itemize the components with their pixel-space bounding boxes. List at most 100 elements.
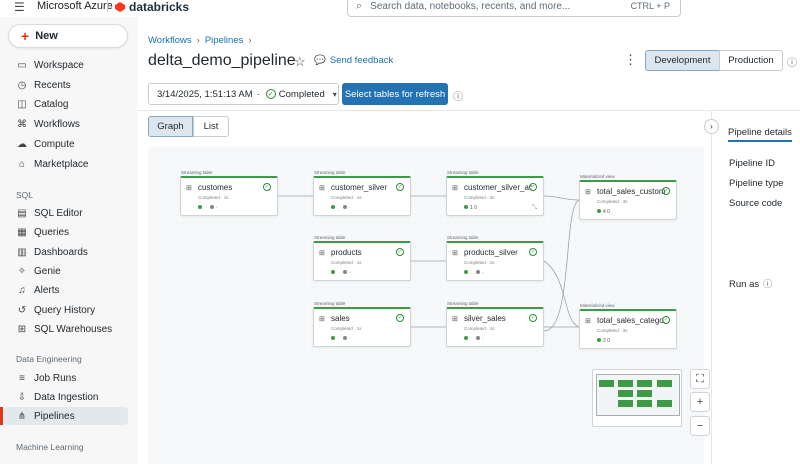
sidebar-item-label: Alerts xyxy=(34,284,60,296)
node-customer-silver-ac[interactable]: Streaming table ⊞ customer_silver_ac... … xyxy=(446,170,544,216)
clock-icon: ◷ xyxy=(17,79,27,91)
catalog-icon: ◫ xyxy=(17,98,27,110)
sidebar-item-compute[interactable]: ☁ Compute xyxy=(0,135,138,153)
folder-icon: ▭ xyxy=(17,59,27,71)
sidebar-item-pipelines[interactable]: ⋔ Pipelines xyxy=(0,407,128,425)
sidebar-item-label: Workspace xyxy=(34,59,84,71)
fit-view-button[interactable]: ⛶ xyxy=(690,369,710,389)
development-mode-button[interactable]: Development xyxy=(645,50,720,71)
minimap-node xyxy=(618,380,633,387)
databricks-wordmark: databricks xyxy=(129,0,190,14)
sidebar-item-genie[interactable]: ✧ Genie xyxy=(0,262,138,280)
sidebar-item-sql-warehouses[interactable]: ⊞ SQL Warehouses xyxy=(0,320,138,338)
sidebar-item-dashboards[interactable]: ▥ Dashboards xyxy=(0,243,138,261)
table-icon: ⊞ xyxy=(452,185,458,192)
completed-check-icon: ✓ xyxy=(529,314,537,322)
table-icon: ⊞ xyxy=(186,185,192,192)
node-metrics: 1 0 xyxy=(464,205,477,211)
node-metrics: · xyxy=(331,336,351,342)
sidebar-item-label: Genie xyxy=(34,265,61,277)
search-icon: ⌕ xyxy=(356,0,363,12)
zoom-out-button[interactable]: − xyxy=(690,416,710,436)
pipeline-details-tab[interactable]: Pipeline details xyxy=(728,127,792,142)
node-metric-value: · xyxy=(349,270,351,276)
info-icon[interactable]: ⓘ xyxy=(787,54,797,69)
node-metric-value: 1 0 xyxy=(470,205,477,211)
completed-check-icon: ✓ xyxy=(396,248,404,256)
refresh-info-icon[interactable]: ⓘ xyxy=(453,88,463,103)
node-kind: Streaming table xyxy=(314,301,346,306)
more-options-icon[interactable]: ⋮ xyxy=(624,52,637,68)
node-name: sales xyxy=(331,314,350,323)
node-status: Completed · 1s xyxy=(464,260,495,265)
table-icon: ⊞ xyxy=(585,318,591,325)
sidebar-item-job-runs[interactable]: ≡ Job Runs xyxy=(0,369,138,387)
expand-icon[interactable]: ⤡ xyxy=(532,205,537,212)
node-metrics: · xyxy=(331,205,351,211)
warehouse-icon: ⊞ xyxy=(17,323,27,335)
graph-minimap[interactable] xyxy=(592,369,682,427)
edge-products-silver-total-category xyxy=(543,260,580,328)
pipeline-type-label: Pipeline type xyxy=(729,178,784,189)
machine-learning-heading: Machine Learning xyxy=(16,442,84,452)
edge-ac-total-customer xyxy=(543,195,580,201)
sidebar-item-workspace[interactable]: ▭ Workspace xyxy=(0,56,138,74)
node-metrics: 2 0 xyxy=(597,338,610,344)
sidebar-item-label: SQL Warehouses xyxy=(34,323,113,335)
select-tables-refresh-button[interactable]: Select tables for refresh xyxy=(342,83,448,105)
divider xyxy=(138,110,800,111)
zoom-in-button[interactable]: + xyxy=(690,392,710,412)
page-title: delta_demo_pipeline xyxy=(148,52,296,69)
sidebar-item-label: Dashboards xyxy=(34,246,88,258)
table-icon: ⊞ xyxy=(319,316,325,323)
collapse-panel-button[interactable]: › xyxy=(704,119,719,134)
breadcrumb-pipelines[interactable]: Pipelines xyxy=(205,35,244,46)
tab-graph[interactable]: Graph xyxy=(148,116,193,137)
sidebar-item-label: Query History xyxy=(34,304,96,316)
minus-icon: − xyxy=(696,420,704,432)
node-products-silver[interactable]: Streaming table ⊞ products_silver ✓ Comp… xyxy=(446,235,544,281)
sidebar-item-workflows[interactable]: ⌘ Workflows xyxy=(0,115,138,133)
sidebar-item-query-history[interactable]: ↺ Query History xyxy=(0,301,138,319)
node-silver-sales[interactable]: Streaming table ⊞ silver_sales ✓ Complet… xyxy=(446,301,544,347)
node-total-sales-category[interactable]: Materialized view ⊞ total_sales_catego..… xyxy=(579,303,677,349)
databricks-logo[interactable]: databricks xyxy=(115,0,189,14)
node-sales[interactable]: Streaming table ⊞ sales ✓ Completed · 1s… xyxy=(313,301,411,347)
pipeline-graph-canvas[interactable]: Streaming table ⊞ customes ✓ Completed ·… xyxy=(148,147,710,464)
sidebar-item-catalog[interactable]: ◫ Catalog xyxy=(0,95,138,113)
node-kind: Streaming table xyxy=(447,235,479,240)
node-status: Completed · 1s xyxy=(198,195,229,200)
sidebar-item-queries[interactable]: ▦ Queries xyxy=(0,223,138,241)
sidebar-item-recents[interactable]: ◷ Recents xyxy=(0,76,138,94)
new-button[interactable]: + New xyxy=(8,24,128,48)
run-selector[interactable]: 3/14/2025, 1:51:13 AM · ✓ Completed ▾ xyxy=(148,83,339,105)
node-name: silver_sales xyxy=(464,314,506,323)
sidebar-item-data-ingestion[interactable]: ⇩ Data Ingestion xyxy=(0,388,138,406)
sidebar-item-label: Pipelines xyxy=(34,410,75,422)
sql-editor-icon: ▤ xyxy=(17,207,27,219)
info-icon[interactable]: ⓘ xyxy=(763,279,772,289)
node-customer-silver[interactable]: Streaming table ⊞ customer_silver ✓ Comp… xyxy=(313,170,411,216)
completed-check-icon: ✓ xyxy=(529,183,537,191)
node-status: Completed · 1s xyxy=(331,260,362,265)
send-feedback-link[interactable]: 💬 Send feedback xyxy=(314,55,393,66)
node-total-sales-customer[interactable]: Materialized view ⊞ total_sales_custom..… xyxy=(579,174,677,220)
search-placeholder: Search data, notebooks, recents, and mor… xyxy=(370,1,571,12)
node-name: total_sales_custom... xyxy=(597,187,665,196)
tab-list[interactable]: List xyxy=(193,116,229,137)
plus-icon: + xyxy=(696,396,704,408)
star-icon[interactable]: ☆ xyxy=(294,54,306,70)
node-customes[interactable]: Streaming table ⊞ customes ✓ Completed ·… xyxy=(180,170,278,216)
node-name: total_sales_catego... xyxy=(597,316,665,325)
node-metrics: · xyxy=(198,205,218,211)
table-icon: ⊞ xyxy=(585,189,591,196)
sidebar-item-sql-editor[interactable]: ▤ SQL Editor xyxy=(0,204,138,222)
search-input[interactable]: ⌕ Search data, notebooks, recents, and m… xyxy=(347,0,681,17)
breadcrumb-workflows[interactable]: Workflows xyxy=(148,35,192,46)
node-products[interactable]: Streaming table ⊞ products ✓ Completed ·… xyxy=(313,235,411,281)
menu-icon[interactable]: ☰ xyxy=(14,0,25,14)
sidebar-item-alerts[interactable]: ♫ Alerts xyxy=(0,281,138,299)
sidebar-item-marketplace[interactable]: ⌂ Marketplace xyxy=(0,155,138,173)
run-separator: · xyxy=(256,88,260,100)
production-mode-button[interactable]: Production xyxy=(719,50,783,71)
